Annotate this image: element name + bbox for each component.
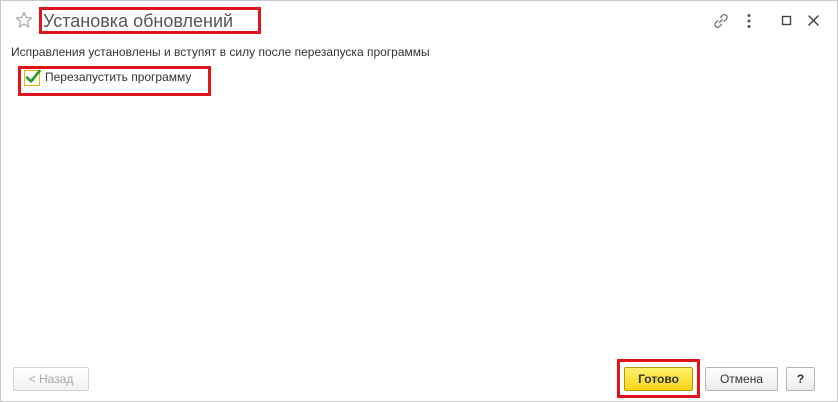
restart-checkbox[interactable] [24,69,41,86]
help-button[interactable]: ? [786,367,815,391]
link-icon[interactable] [711,11,731,31]
maximize-icon[interactable] [777,11,797,31]
back-button[interactable]: < Назад [13,367,89,391]
star-icon[interactable] [15,11,33,29]
more-icon[interactable] [739,11,759,31]
cancel-button[interactable]: Отмена [705,367,778,391]
ready-button[interactable]: Готово [624,367,693,391]
title-bar: Установка обновлений [1,1,837,41]
restart-checkbox-label[interactable]: Перезапустить программу [45,70,191,84]
window-title: Установка обновлений [43,11,234,31]
info-message: Исправления установлены и вступят в силу… [11,45,430,59]
checkmark-icon [25,69,41,83]
close-icon[interactable] [804,11,824,31]
dialog-window: Установка обновлений Исправления установ… [0,0,838,402]
